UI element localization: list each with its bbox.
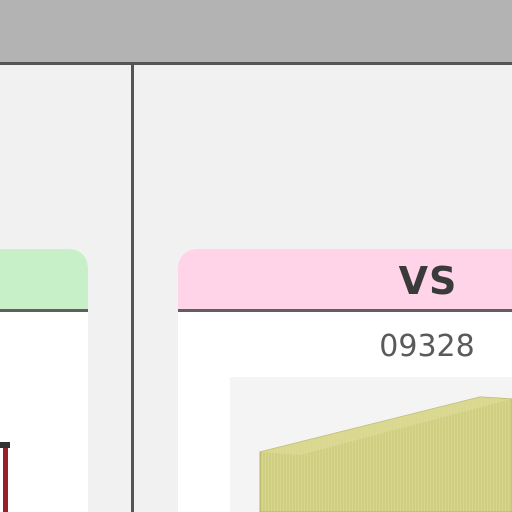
left-card-body bbox=[0, 312, 88, 512]
tan-box-icon bbox=[259, 396, 512, 512]
right-card-header: VS bbox=[178, 249, 512, 312]
left-product-card[interactable] bbox=[0, 249, 88, 512]
product-code: 09328 bbox=[379, 329, 475, 364]
left-card-header bbox=[0, 249, 88, 312]
product-image bbox=[230, 377, 512, 512]
red-frame-icon bbox=[0, 432, 10, 512]
top-toolbar bbox=[0, 0, 512, 65]
right-product-card[interactable]: VS 09328 bbox=[178, 249, 512, 512]
card-title: VS bbox=[398, 259, 458, 303]
